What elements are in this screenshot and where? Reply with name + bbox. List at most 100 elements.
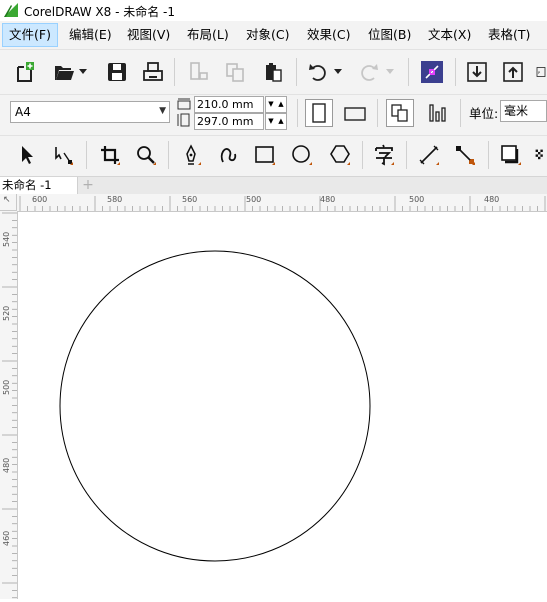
menu-text[interactable]: 文本(X): [422, 23, 477, 47]
menu-bar: 文件(F) 编辑(E) 视图(V) 布局(L) 对象(C) 效果(C) 位图(B…: [0, 21, 547, 49]
toolbar-separator: [408, 58, 409, 86]
zoom-tool-icon[interactable]: [133, 142, 159, 168]
current-page-icon: [429, 104, 446, 122]
toolbar-separator: [460, 99, 461, 127]
ruler-label: 560: [182, 195, 198, 204]
svg-text:P: P: [538, 71, 540, 75]
ruler-label: 500: [409, 195, 425, 204]
current-page-button[interactable]: [425, 100, 451, 126]
stepper-up-icon[interactable]: ▲: [276, 114, 286, 129]
all-pages-button[interactable]: [386, 99, 414, 127]
text-tool-icon[interactable]: [371, 142, 397, 168]
pick-tool-icon[interactable]: [14, 142, 40, 168]
ruler-label: 500: [2, 379, 11, 395]
height-stepper[interactable]: ▼ ▲: [265, 113, 287, 130]
redo-icon: [356, 59, 382, 85]
menu-edit[interactable]: 编辑(E): [63, 23, 118, 47]
toolbar-separator: [455, 58, 456, 86]
shape-tool-icon[interactable]: [50, 142, 76, 168]
page-size-select[interactable]: A4 ▼: [10, 101, 170, 123]
undo-dropdown-icon[interactable]: [331, 59, 345, 85]
ruler-label: 460: [2, 530, 11, 546]
page-width-icon: [177, 98, 191, 110]
redo-dropdown-icon: [383, 59, 397, 85]
landscape-icon: [344, 107, 366, 121]
undo-icon[interactable]: [305, 59, 331, 85]
menu-table[interactable]: 表格(T): [482, 23, 536, 47]
paste-icon[interactable]: [260, 59, 286, 85]
ruler-label: 480: [2, 457, 11, 473]
page-height-icon: [177, 113, 190, 127]
portrait-icon: [312, 103, 326, 123]
drawing-canvas[interactable]: [18, 212, 547, 599]
publish-pdf-icon[interactable]: P: [536, 59, 547, 85]
unit-label: 单位:: [469, 106, 499, 121]
parallel-dimension-icon[interactable]: [416, 142, 442, 168]
horizontal-ruler-ticks: [19, 196, 546, 211]
page-width-field[interactable]: 210.0 mm: [194, 96, 264, 113]
drop-shadow-icon[interactable]: [498, 142, 524, 168]
ruler-label: 580: [107, 195, 123, 204]
stepper-down-icon[interactable]: ▼: [266, 114, 276, 129]
export-icon[interactable]: [500, 59, 526, 85]
ruler-label: 540: [2, 231, 11, 247]
stepper-up-icon[interactable]: ▲: [276, 97, 286, 112]
print-icon[interactable]: [140, 59, 166, 85]
coreldraw-logo-icon: [3, 2, 19, 18]
ruler-label: 600: [32, 195, 48, 204]
menu-object[interactable]: 对象(C): [240, 23, 295, 47]
standard-toolbar: P: [0, 49, 547, 95]
polygon-tool-icon[interactable]: [327, 142, 353, 168]
new-document-icon[interactable]: [12, 59, 38, 85]
import-icon[interactable]: [464, 59, 490, 85]
page-size-value: A4: [15, 105, 31, 119]
toolbar-separator: [377, 99, 378, 127]
document-tab[interactable]: 未命名 -1: [0, 177, 78, 195]
copy-icon: [222, 59, 248, 85]
open-dropdown-icon[interactable]: [76, 59, 90, 85]
menu-file[interactable]: 文件(F): [2, 23, 58, 47]
crop-tool-icon[interactable]: [97, 142, 123, 168]
stepper-down-icon[interactable]: ▼: [266, 97, 276, 112]
ruler-origin[interactable]: ↖: [0, 194, 17, 211]
menu-effects[interactable]: 效果(C): [301, 23, 356, 47]
freehand-pen-icon[interactable]: [178, 142, 204, 168]
menu-view[interactable]: 视图(V): [121, 23, 176, 47]
menu-layout[interactable]: 布局(L): [181, 23, 235, 47]
canvas-svg: [59, 250, 371, 562]
artistic-media-icon[interactable]: [215, 142, 241, 168]
cut-icon: [186, 59, 212, 85]
rectangle-tool-icon[interactable]: [252, 142, 278, 168]
connector-tool-icon[interactable]: [452, 142, 478, 168]
unit-select[interactable]: 毫米: [500, 100, 547, 122]
title-bar: CorelDRAW X8 - 未命名 -1: [0, 0, 547, 21]
add-tab-button[interactable]: +: [78, 177, 98, 195]
transparency-icon[interactable]: [535, 142, 547, 168]
page-height-field[interactable]: 297.0 mm: [194, 113, 264, 130]
circle-shape[interactable]: [59, 250, 371, 562]
horizontal-ruler[interactable]: 600 580 560 500 480 500 480: [17, 194, 547, 212]
save-icon[interactable]: [104, 59, 130, 85]
open-icon[interactable]: [51, 59, 77, 85]
ruler-label: 520: [2, 305, 11, 321]
landscape-button[interactable]: [342, 101, 368, 127]
toolbar-separator: [297, 99, 298, 127]
ruler-origin-icon: ↖: [3, 195, 11, 205]
document-tab-bar: 未命名 -1 +: [0, 176, 547, 195]
ruler-label: 480: [484, 195, 500, 204]
toolbar-separator: [488, 141, 489, 169]
toolbar-separator: [362, 141, 363, 169]
toolbar-separator: [86, 141, 87, 169]
portrait-button[interactable]: [305, 99, 333, 127]
all-pages-icon: [391, 104, 408, 122]
search-content-icon[interactable]: [419, 59, 445, 85]
vertical-ruler[interactable]: 540 520 500 480 460: [0, 211, 18, 599]
ruler-label: 480: [320, 195, 336, 204]
menu-bitmaps[interactable]: 位图(B): [362, 23, 417, 47]
ellipse-tool-icon[interactable]: [289, 142, 315, 168]
width-stepper[interactable]: ▼ ▲: [265, 96, 287, 113]
window-title: CorelDRAW X8 - 未命名 -1: [24, 5, 176, 19]
toolbar-separator: [296, 58, 297, 86]
toolbar-separator: [174, 58, 175, 86]
toolbar-separator: [168, 141, 169, 169]
